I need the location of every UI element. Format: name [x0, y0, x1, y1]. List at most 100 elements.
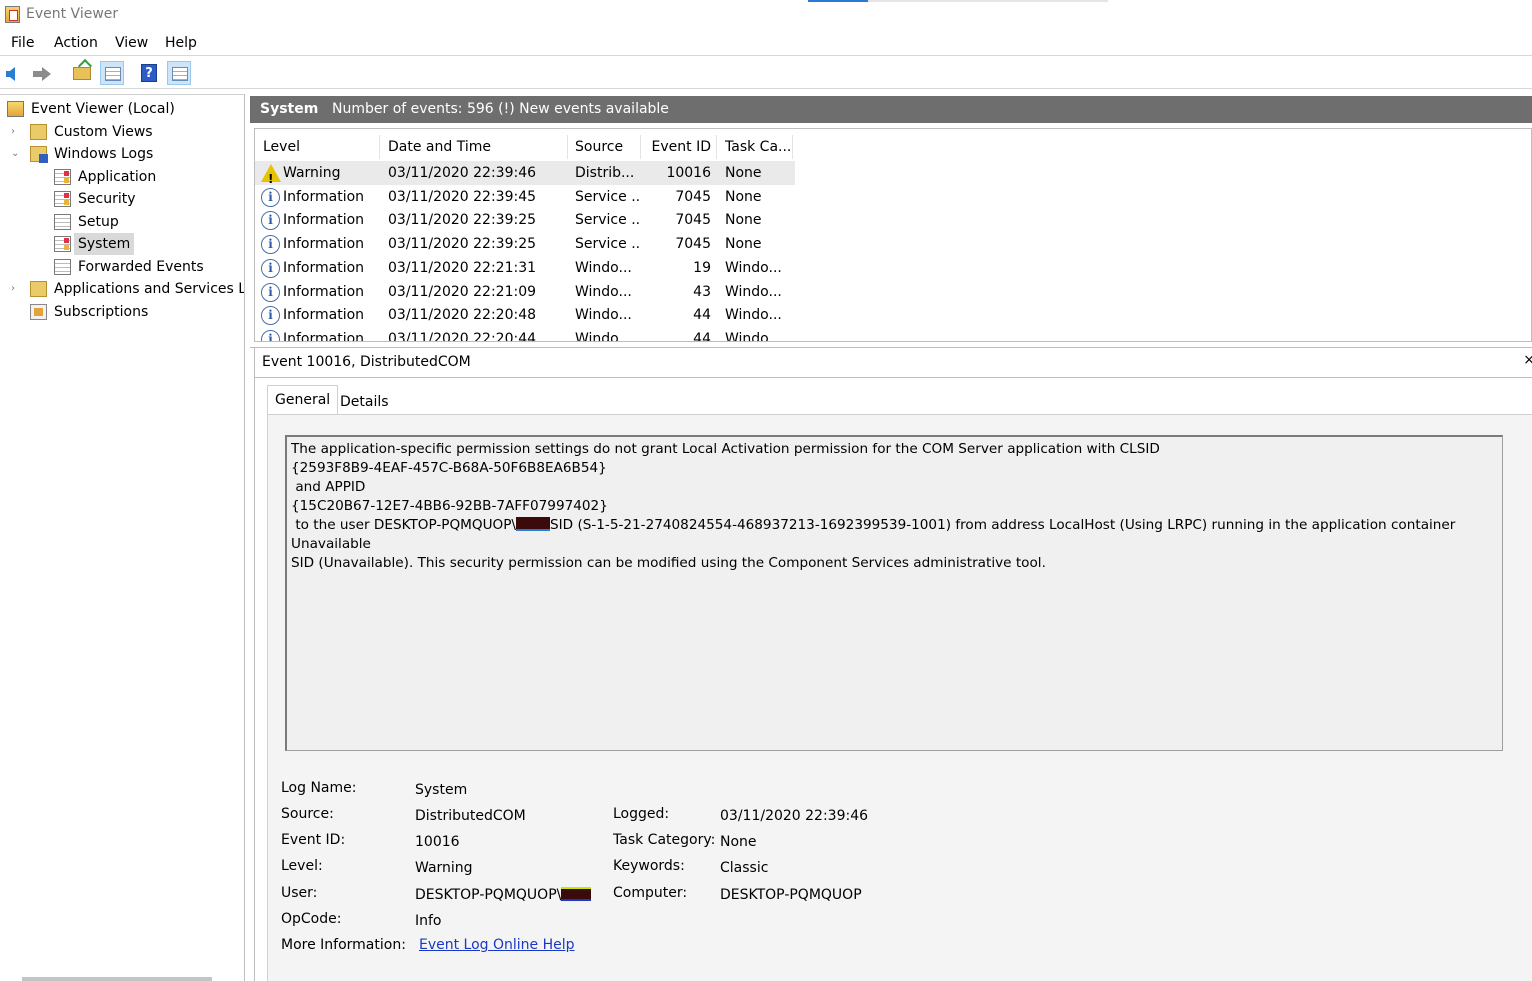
event-source: Windo...: [575, 307, 632, 324]
tree-label: Setup: [78, 214, 119, 230]
event-date-time: 03/11/2020 22:21:31: [388, 259, 537, 276]
event-id: 7045: [675, 236, 711, 253]
event-source: Service ...: [575, 188, 639, 205]
event-source: Service ...: [575, 236, 639, 253]
up-folder-button[interactable]: [70, 61, 94, 85]
back-button[interactable]: [3, 61, 27, 85]
event-row[interactable]: i Information 03/11/2020 22:21:09 Windo... 4…: [255, 280, 795, 304]
event-date-time: 03/11/2020 22:20:48: [388, 307, 537, 324]
information-icon: i: [261, 211, 280, 231]
event-task-category: None: [725, 165, 762, 181]
event-date-time: 03/11/2020 22:39:25: [388, 236, 537, 253]
event-id: 19: [693, 259, 711, 276]
menu-help[interactable]: Help: [165, 35, 197, 51]
opcode-label: OpCode:: [281, 911, 342, 927]
action-pane-icon: [172, 67, 188, 81]
forward-arrow-icon: [33, 67, 51, 81]
tree-label: Applications and Services Logs: [54, 281, 244, 297]
event-source: Distrib...: [575, 165, 635, 181]
event-list[interactable]: Level Date and Time Source Event ID Task…: [254, 128, 1532, 342]
keywords-label: Keywords:: [613, 858, 685, 874]
subscriptions-icon: [30, 304, 47, 320]
level-value: Warning: [415, 860, 473, 876]
log-name-label: Log Name:: [281, 780, 357, 796]
general-tab-content: The application-specific permission sett…: [267, 414, 1532, 981]
menu-action[interactable]: Action: [54, 35, 98, 51]
event-log-online-help-link[interactable]: Event Log Online Help: [419, 937, 575, 953]
tree-label: Forwarded Events: [78, 259, 204, 275]
column-task-category[interactable]: Task Ca...: [717, 135, 793, 159]
event-id: 43: [693, 283, 711, 300]
information-icon: i: [261, 235, 280, 255]
forward-button[interactable]: [31, 61, 55, 85]
event-row[interactable]: i Information 03/11/2020 22:39:45 Service .…: [255, 185, 795, 209]
log-icon: [54, 214, 71, 230]
event-task-category: Windo...: [725, 283, 782, 300]
event-date-time: 03/11/2020 22:21:09: [388, 283, 537, 300]
event-level: Information: [283, 236, 365, 253]
keywords-value: Classic: [720, 860, 769, 876]
user-text: DESKTOP-PQMQUOP\: [415, 887, 562, 903]
back-arrow-icon: [6, 67, 15, 81]
event-date-time: 03/11/2020 22:20:44: [388, 330, 537, 342]
event-source: Windo...: [575, 283, 632, 300]
event-id: 7045: [675, 188, 711, 205]
logged-label: Logged:: [613, 806, 670, 822]
column-date-time[interactable]: Date and Time: [380, 135, 568, 159]
up-folder-icon: [73, 67, 91, 80]
tree-label: Application: [78, 169, 157, 185]
event-source: Service ...: [575, 212, 639, 229]
event-id: 44: [693, 307, 711, 324]
logged-value: 03/11/2020 22:39:46: [720, 808, 869, 824]
log-icon: [54, 191, 71, 207]
event-task-category: None: [725, 212, 762, 229]
menu-view[interactable]: View: [115, 35, 148, 51]
event-level: Information: [283, 307, 365, 324]
show-hide-action-pane-button[interactable]: [167, 61, 191, 85]
folder-icon: [30, 124, 47, 140]
event-detail-pane: Event 10016, DistributedCOM × General De…: [254, 348, 1532, 981]
event-level: Information: [283, 259, 365, 276]
event-source: Windo...: [575, 330, 632, 342]
description-line: SID (Unavailable). This security permiss…: [291, 555, 1046, 571]
detail-title: Event 10016, DistributedCOM: [262, 354, 471, 370]
column-event-id[interactable]: Event ID: [641, 135, 717, 159]
title-accent: [808, 0, 868, 2]
event-count: Number of events: 596 (!) New events ava…: [332, 101, 669, 117]
tab-general[interactable]: General: [267, 385, 339, 415]
chevron-right-icon[interactable]: ›: [11, 278, 23, 300]
description-line: to the user DESKTOP-PQMQUOP\ SID (S-1-5-2…: [291, 516, 1498, 554]
event-row[interactable]: i Information 03/11/2020 22:20:48 Windo... 4…: [255, 303, 795, 327]
folder-icon: [30, 281, 47, 297]
event-row[interactable]: Warning 03/11/2020 22:39:46 Distrib... 1001…: [255, 161, 795, 191]
event-task-category: Windo...: [725, 307, 782, 324]
event-row[interactable]: i Information 03/11/2020 22:20:44 Windo... 4…: [255, 327, 795, 342]
menu-bar: File Action View Help: [0, 30, 1532, 56]
close-icon[interactable]: ×: [1523, 352, 1532, 368]
tree-label: System: [74, 233, 135, 255]
event-description[interactable]: The application-specific permission sett…: [285, 435, 1503, 751]
description-line: and APPID: [291, 479, 366, 495]
event-row[interactable]: i Information 03/11/2020 22:39:25 Service .…: [255, 208, 795, 232]
event-viewer-icon: [7, 101, 24, 117]
console-tree[interactable]: Event Viewer (Local) › Custom Views ⌄ Wi…: [0, 94, 245, 981]
description-line: {15C20B67-12E7-4BB6-92BB-7AFF07997402}: [291, 498, 608, 514]
event-row[interactable]: i Information 03/11/2020 22:39:25 Service .…: [255, 232, 795, 256]
event-row[interactable]: i Information 03/11/2020 22:21:31 Windo... 1…: [255, 256, 795, 280]
event-level: Information: [283, 283, 365, 300]
help-button[interactable]: ?: [137, 61, 161, 85]
column-level[interactable]: Level: [255, 135, 380, 159]
user-value: DESKTOP-PQMQUOP\: [415, 887, 592, 903]
information-icon: i: [261, 258, 280, 278]
event-date-time: 03/11/2020 22:39:46: [388, 165, 537, 181]
show-hide-console-tree-button[interactable]: [100, 61, 124, 85]
menu-file[interactable]: File: [11, 35, 34, 51]
level-label: Level:: [281, 858, 323, 874]
warning-icon: [261, 164, 281, 191]
tree-label: Windows Logs: [54, 146, 154, 162]
event-task-category: Windo...: [725, 259, 782, 276]
chevron-down-icon[interactable]: ⌄: [11, 143, 23, 165]
chevron-right-icon[interactable]: ›: [11, 121, 23, 143]
horizontal-scrollbar[interactable]: [22, 977, 212, 981]
column-source[interactable]: Source: [568, 135, 641, 159]
